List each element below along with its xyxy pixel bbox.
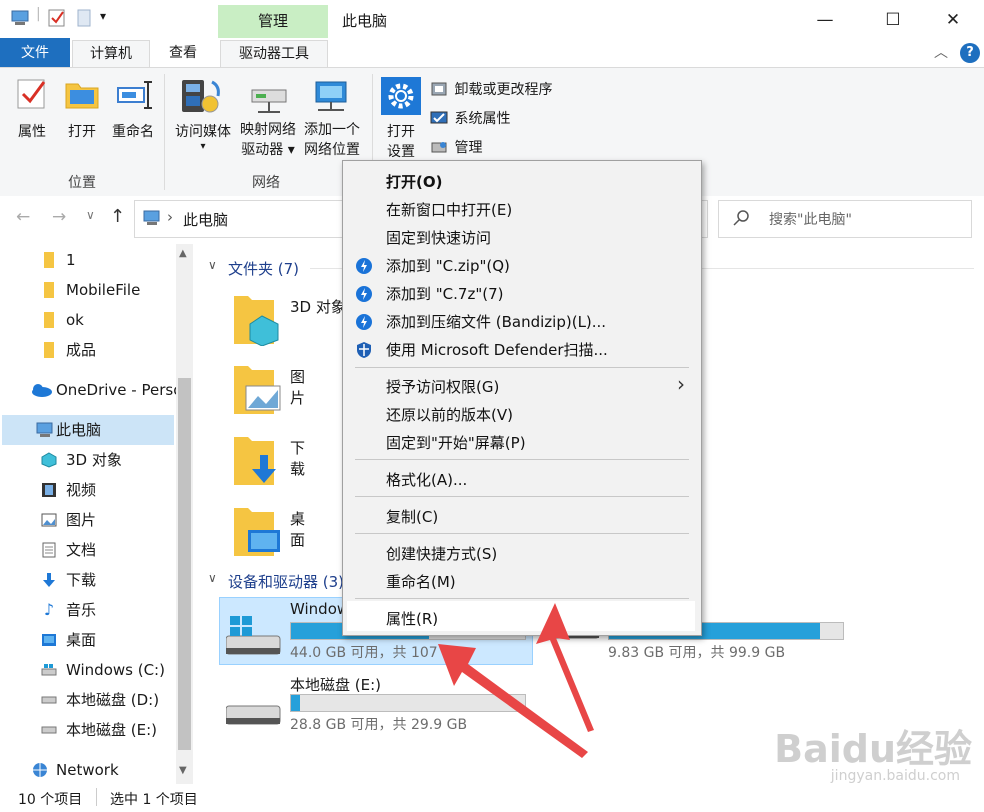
annotation-arrows bbox=[438, 603, 594, 758]
baidu-watermark-url: jingyan.baidu.com bbox=[830, 768, 960, 784]
annotation-arrow-2 bbox=[536, 603, 594, 732]
status-item-count: 10 个项目 bbox=[18, 792, 83, 808]
status-selected-count: 选中 1 个项目 bbox=[110, 792, 198, 808]
baidu-watermark-logo: Baidu经验 bbox=[774, 727, 972, 771]
status-divider bbox=[96, 788, 97, 806]
